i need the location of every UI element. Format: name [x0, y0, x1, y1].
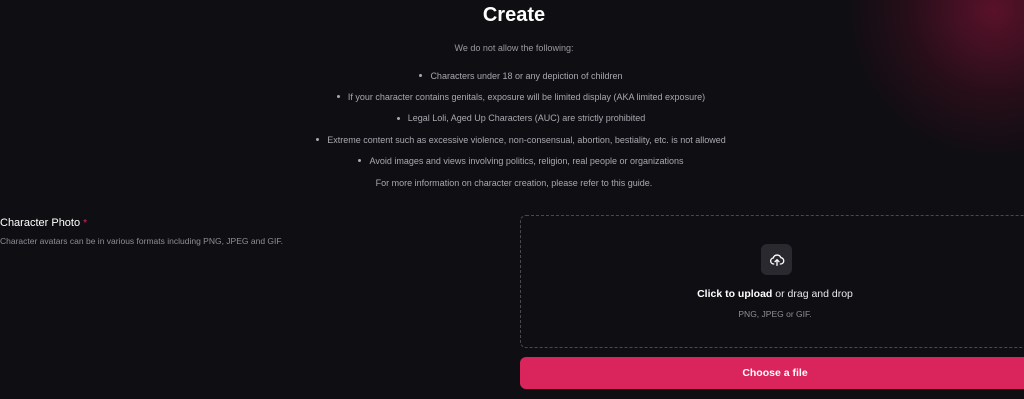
rule-item: Avoid images and views involving politic… — [0, 155, 1024, 176]
click-to-upload-text[interactable]: Click to upload — [697, 288, 772, 300]
rule-item: Extreme content such as excessive violen… — [0, 134, 1024, 155]
rule-text: Characters under 18 or any depiction of … — [430, 71, 623, 81]
upload-dropzone[interactable]: Click to upload or drag and drop PNG, JP… — [520, 215, 1024, 348]
bullet-icon — [336, 95, 340, 99]
rule-text: Extreme content such as excessive violen… — [327, 134, 726, 145]
bullet-icon — [358, 158, 362, 162]
required-mark: * — [83, 218, 88, 229]
upload-format-hint: PNG, JPEG or GIF. — [738, 309, 812, 319]
character-photo-help: Character avatars can be in various form… — [0, 236, 283, 246]
rule-item: If your character contains genitals, exp… — [0, 91, 1024, 112]
rule-text: Legal Loli, Aged Up Characters (AUC) are… — [407, 113, 646, 124]
upload-instructions: Click to upload or drag and drop — [521, 288, 1024, 300]
rule-item: Characters under 18 or any depiction of … — [0, 70, 1024, 91]
page-title: Create — [482, 4, 546, 26]
rule-text: If your character contains genitals, exp… — [347, 92, 706, 103]
rules-intro: We do not allow the following: — [454, 43, 574, 53]
guide-link-text[interactable]: For more information on character creati… — [0, 178, 1024, 188]
drag-drop-text: or drag and drop — [772, 288, 853, 300]
character-photo-label-text: Character Photo — [0, 217, 81, 229]
bullet-icon — [419, 74, 423, 78]
character-photo-label: Character Photo * — [0, 217, 87, 229]
bullet-icon — [316, 137, 320, 141]
create-page: Create We do not allow the following: Ch… — [0, 0, 1024, 399]
rule-text: Avoid images and views involving politic… — [369, 155, 684, 166]
rules-list: Characters under 18 or any depiction of … — [0, 70, 1024, 176]
rule-item: Legal Loli, Aged Up Characters (AUC) are… — [0, 112, 1024, 133]
choose-file-button[interactable]: Choose a file — [520, 357, 1024, 389]
upload-cloud-icon[interactable] — [761, 244, 792, 275]
bullet-icon — [396, 116, 400, 120]
